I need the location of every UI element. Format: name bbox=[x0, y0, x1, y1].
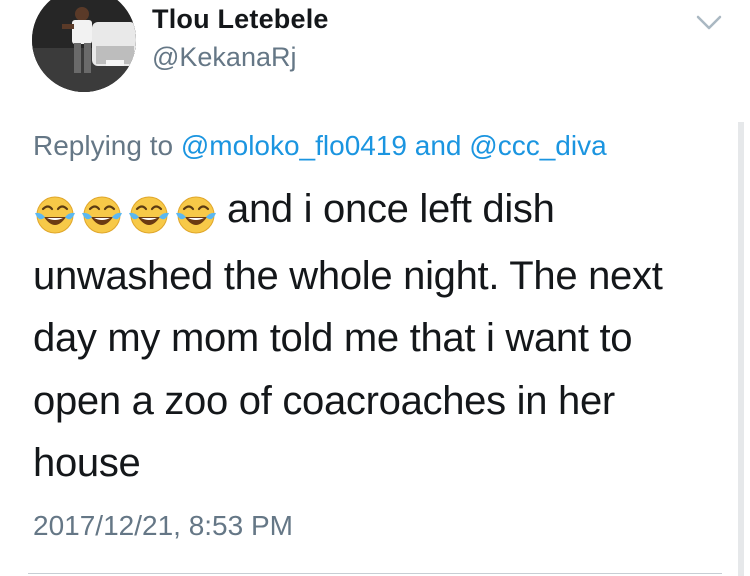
avatar[interactable] bbox=[32, 0, 136, 92]
face-with-tears-of-joy-icon bbox=[35, 196, 75, 234]
face-with-tears-of-joy-icon bbox=[82, 196, 122, 234]
avatar-photo-icon bbox=[32, 0, 136, 92]
tweet-timestamp[interactable]: 2017/12/21, 8:53 PM bbox=[33, 510, 293, 542]
chevron-down-icon[interactable] bbox=[694, 10, 724, 34]
tweet-card: Tlou Letebele @KekanaRj Replying to @mol… bbox=[0, 0, 750, 576]
mention-conjunction: and bbox=[414, 130, 462, 161]
mention-link-2[interactable]: @ccc_diva bbox=[469, 130, 606, 161]
replying-to-label: Replying to bbox=[33, 130, 174, 161]
scrollbar[interactable] bbox=[738, 122, 744, 576]
mention-link-1[interactable]: @moloko_flo0419 bbox=[181, 130, 407, 161]
user-handle[interactable]: @KekanaRj bbox=[152, 42, 296, 73]
display-name[interactable]: Tlou Letebele bbox=[152, 4, 329, 35]
face-with-tears-of-joy-icon bbox=[129, 196, 169, 234]
divider bbox=[28, 573, 722, 574]
replying-to-line: Replying to @moloko_flo0419 and @ccc_div… bbox=[33, 130, 607, 162]
emoji-group bbox=[33, 182, 221, 245]
tweet-body: and i once left dish unwashed the whole … bbox=[33, 178, 723, 495]
face-with-tears-of-joy-icon bbox=[176, 196, 216, 234]
